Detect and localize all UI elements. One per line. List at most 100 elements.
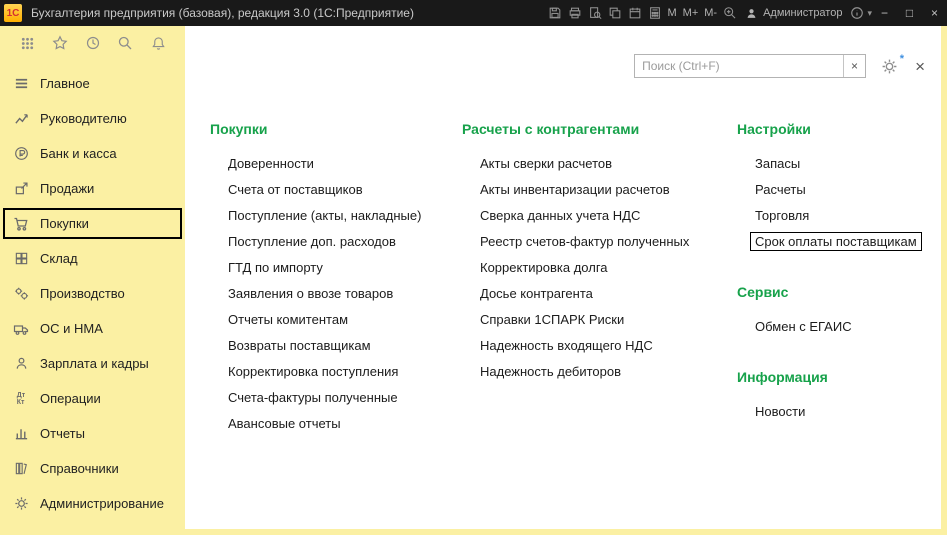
sidebar-item-label: Операции [40, 391, 101, 406]
books-icon [11, 461, 31, 476]
content-link[interactable]: Акты инвентаризации расчетов [480, 182, 670, 197]
sidebar-item-warehouse[interactable]: Склад [3, 243, 182, 274]
sidebar-item-label: Справочники [40, 461, 119, 476]
memory-m-plus-button[interactable]: M+ [680, 7, 702, 19]
current-user[interactable]: Администратор [745, 7, 842, 20]
content-link[interactable]: Корректировка поступления [228, 364, 398, 379]
ruble-coin-icon [11, 146, 31, 161]
memory-m-minus-button[interactable]: M- [701, 7, 720, 19]
content-link[interactable]: Отчеты комитентам [228, 312, 348, 327]
content-link[interactable]: Авансовые отчеты [228, 416, 341, 431]
section-title: Информация [737, 369, 941, 385]
sidebar-item-operations[interactable]: ДтКт Операции [3, 383, 182, 414]
search-clear-button[interactable]: × [843, 55, 865, 77]
section-title: Покупки [210, 121, 462, 137]
sidebar-item-fixed-assets[interactable]: ОС и НМА [3, 313, 182, 344]
content-link[interactable]: Надежность дебиторов [480, 364, 621, 379]
section-title: Настройки [737, 121, 941, 137]
sidebar-item-label: Склад [40, 251, 78, 266]
content-link[interactable]: Обмен с ЕГАИС [755, 319, 852, 334]
gear-icon [11, 496, 31, 511]
sidebar-item-directories[interactable]: Справочники [3, 453, 182, 484]
content-link[interactable]: Акты сверки расчетов [480, 156, 612, 171]
copy-icon[interactable] [605, 3, 625, 23]
content-link[interactable]: Возвраты поставщикам [228, 338, 371, 353]
sidebar-item-label: Отчеты [40, 426, 85, 441]
sidebar-item-purchases[interactable]: Покупки [3, 208, 182, 239]
content-link[interactable]: Поступление доп. расходов [228, 234, 396, 249]
content-link[interactable]: Сверка данных учета НДС [480, 208, 640, 223]
sidebar-item-label: Продажи [40, 181, 94, 196]
sidebar-item-label: Производство [40, 286, 125, 301]
bar-chart-icon [11, 426, 31, 441]
sidebar-item-label: Зарплата и кадры [40, 356, 149, 371]
zoom-in-icon[interactable] [720, 3, 740, 23]
sidebar-item-label: Главное [40, 76, 90, 91]
content-link-selected[interactable]: Срок оплаты поставщикам [750, 232, 922, 251]
content-link[interactable]: ГТД по импорту [228, 260, 323, 275]
section-purchases: Покупки Доверенности Счета от поставщико… [210, 121, 462, 436]
sidebar-toolbar [0, 26, 185, 60]
close-button[interactable]: × [922, 2, 947, 24]
shopping-cart-icon [11, 216, 31, 232]
sidebar-item-sales[interactable]: Продажи [3, 173, 182, 204]
debit-credit-icon: ДтКт [11, 392, 31, 406]
sidebar-item-label: Банк и касса [40, 146, 117, 161]
print-preview-icon[interactable] [585, 3, 605, 23]
content-link[interactable]: Справки 1СПАРК Риски [480, 312, 624, 327]
settings-gear-icon[interactable]: * [881, 58, 898, 75]
content-link[interactable]: Поступление (акты, накладные) [228, 208, 421, 223]
main-frame: Главное Руководителю Банк и касса Продаж… [0, 26, 947, 535]
menu-lines-icon [11, 76, 31, 91]
content-link[interactable]: Заявления о ввозе товаров [228, 286, 393, 301]
search-icon[interactable] [115, 33, 135, 53]
section-title: Расчеты с контрагентами [462, 121, 737, 137]
link-columns: Покупки Доверенности Счета от поставщико… [185, 26, 941, 436]
content-header: × * × [634, 54, 927, 78]
person-icon [11, 356, 31, 371]
user-name: Администратор [763, 7, 842, 19]
history-icon[interactable] [83, 33, 103, 53]
sidebar-item-salary-hr[interactable]: Зарплата и кадры [3, 348, 182, 379]
content-link[interactable]: Надежность входящего НДС [480, 338, 653, 353]
sidebar-item-manager[interactable]: Руководителю [3, 103, 182, 134]
sidebar-item-main[interactable]: Главное [3, 68, 182, 99]
minimize-button[interactable]: − [872, 2, 897, 24]
memory-m-button[interactable]: M [665, 7, 680, 19]
calendar-icon[interactable] [625, 3, 645, 23]
content-panel: × * × Покупки Доверенности Счета от пост… [185, 26, 941, 529]
favorites-star-icon[interactable] [50, 33, 70, 53]
content-link[interactable]: Запасы [755, 156, 800, 171]
maximize-button[interactable]: □ [897, 2, 922, 24]
search-box: × [634, 54, 866, 78]
info-icon[interactable] [847, 3, 867, 23]
content-link[interactable]: Новости [755, 404, 805, 419]
search-input[interactable] [635, 59, 843, 73]
sidebar-item-reports[interactable]: Отчеты [3, 418, 182, 449]
content-link[interactable]: Корректировка долга [480, 260, 608, 275]
grid-menu-icon[interactable] [17, 33, 37, 53]
app-window: 1С Бухгалтерия предприятия (базовая), ре… [0, 0, 947, 535]
panel-close-button[interactable]: × [913, 58, 927, 75]
content-link[interactable]: Досье контрагента [480, 286, 593, 301]
sidebar-item-label: Руководителю [40, 111, 127, 126]
content-link[interactable]: Расчеты [755, 182, 806, 197]
sales-box-arrow-icon [11, 181, 31, 196]
sidebar-item-production[interactable]: Производство [3, 278, 182, 309]
gears-icon [11, 286, 31, 301]
content-link[interactable]: Доверенности [228, 156, 314, 171]
content-link[interactable]: Торговля [755, 208, 809, 223]
notifications-bell-icon[interactable] [148, 33, 168, 53]
sidebar-item-bank-cash[interactable]: Банк и касса [3, 138, 182, 169]
print-icon[interactable] [565, 3, 585, 23]
sidebar-item-administration[interactable]: Администрирование [3, 488, 182, 519]
section-settings-service-info: Настройки Запасы Расчеты Торговля Срок о… [737, 121, 941, 436]
save-icon[interactable] [545, 3, 565, 23]
section-counterparty-settlements: Расчеты с контрагентами Акты сверки расч… [462, 121, 737, 436]
content-link[interactable]: Счета от поставщиков [228, 182, 363, 197]
calculator-icon[interactable] [645, 3, 665, 23]
sidebar: Главное Руководителю Банк и касса Продаж… [0, 26, 185, 535]
content-link[interactable]: Реестр счетов-фактур полученных [480, 234, 689, 249]
content-link[interactable]: Счета-фактуры полученные [228, 390, 398, 405]
truck-icon [11, 321, 31, 337]
